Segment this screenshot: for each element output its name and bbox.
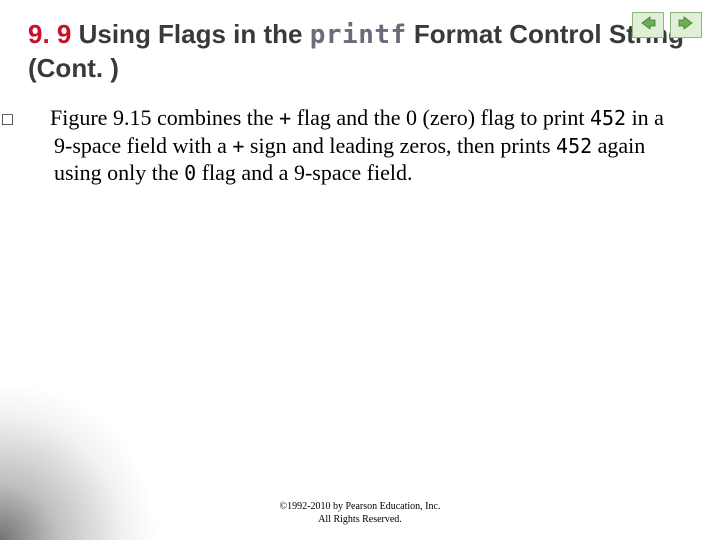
zero-flag-link: 0 (zero) flag: [406, 105, 515, 130]
para-text-7: flag and a 9-space field.: [196, 160, 412, 185]
next-slide-button[interactable]: [670, 12, 702, 38]
prev-slide-button[interactable]: [632, 12, 664, 38]
section-number: 9. 9: [28, 19, 71, 49]
para-text-5: sign and leading zeros, then prints: [244, 133, 556, 158]
copyright-line-1: ©1992-2010 by Pearson Education, Inc.: [0, 501, 720, 514]
para-text-2: flag and the: [291, 105, 406, 130]
value-452-a: 452: [590, 106, 626, 130]
heading-code-word: printf: [310, 20, 407, 50]
copyright-footer: ©1992-2010 by Pearson Education, Inc. Al…: [0, 501, 720, 526]
slide-heading: 9. 9 Using Flags in the printf Format Co…: [28, 18, 692, 84]
arrow-right-icon: [677, 16, 695, 35]
square-bullet-icon: □: [28, 108, 46, 131]
para-text-3: to print: [515, 105, 590, 130]
heading-text-pre: Using Flags in the: [71, 19, 309, 49]
para-text-1: Figure 9.15 combines the: [50, 105, 279, 130]
copyright-line-2: All Rights Reserved.: [0, 514, 720, 527]
zero-flag: 0: [184, 161, 196, 185]
nav-arrows: [632, 12, 702, 38]
value-452-b: 452: [556, 134, 592, 158]
plus-flag-2: +: [232, 134, 244, 158]
plus-flag-1: +: [279, 106, 291, 130]
body-paragraph: □Figure 9.15 combines the + flag and the…: [28, 104, 668, 187]
arrow-left-icon: [639, 16, 657, 35]
slide: 9. 9 Using Flags in the printf Format Co…: [0, 0, 720, 540]
